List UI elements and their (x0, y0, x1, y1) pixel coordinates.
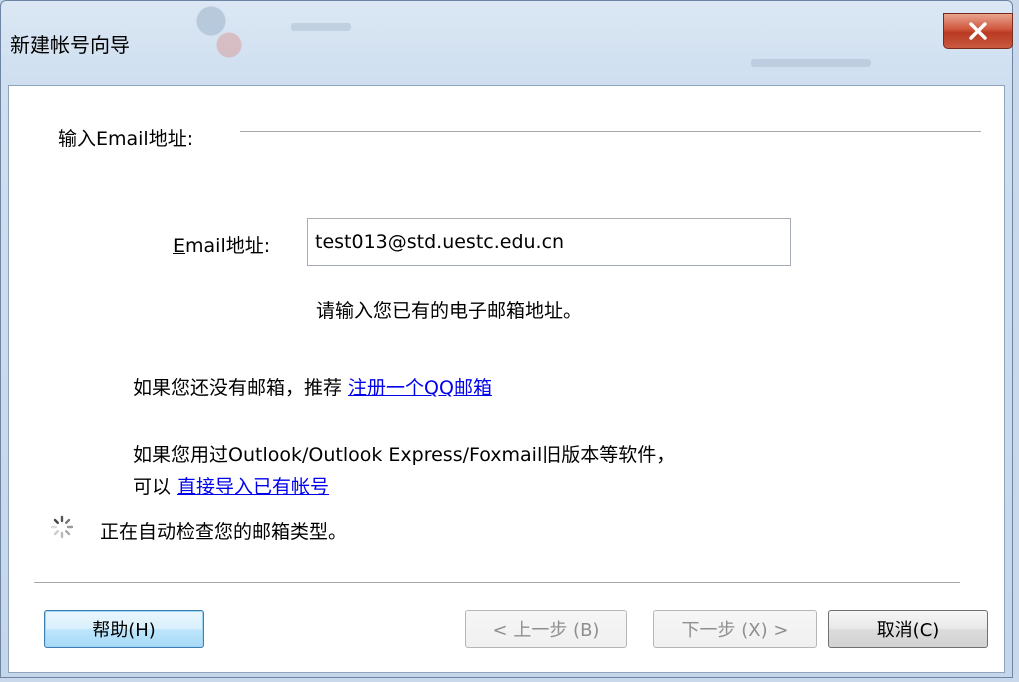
email-input[interactable] (307, 218, 791, 266)
section-divider (240, 131, 981, 132)
email-label-accelerator: E (173, 235, 186, 257)
email-hint: 请输入您已有的电子邮箱地址。 (316, 300, 583, 322)
register-text: 如果您还没有邮箱，推荐 (133, 377, 349, 399)
close-icon (969, 22, 987, 40)
close-button[interactable] (943, 13, 1013, 49)
email-label: Email地址: (173, 231, 270, 258)
button-divider (34, 582, 960, 583)
import-text-prefix: 可以 (133, 476, 178, 498)
import-paragraph: 可以 直接导入已有帐号 (133, 472, 329, 499)
cancel-button[interactable]: 取消(C) (828, 610, 988, 648)
loading-spinner-icon (50, 515, 74, 539)
next-button[interactable]: 下一步 (X) > (653, 610, 817, 648)
import-account-link[interactable]: 直接导入已有帐号 (177, 476, 329, 498)
help-button[interactable]: 帮助(H) (44, 610, 204, 648)
import-text-line1: 如果您用过Outlook/Outlook Express/Foxmail旧版本等… (133, 444, 676, 466)
background-blur (291, 23, 351, 31)
title-bar[interactable]: 新建帐号向导 (1, 1, 1012, 87)
previous-button[interactable]: < 上一步 (B) (465, 610, 627, 648)
register-qq-mail-link[interactable]: 注册一个QQ邮箱 (348, 377, 492, 399)
email-label-rest: mail地址: (185, 235, 271, 257)
register-paragraph: 如果您还没有邮箱，推荐 注册一个QQ邮箱 (133, 373, 492, 400)
section-heading: 输入Email地址: (58, 128, 194, 150)
background-blur (181, 1, 251, 65)
background-blur (751, 59, 871, 67)
window-title: 新建帐号向导 (10, 33, 130, 57)
status-text: 正在自动检查您的邮箱类型。 (100, 521, 348, 543)
